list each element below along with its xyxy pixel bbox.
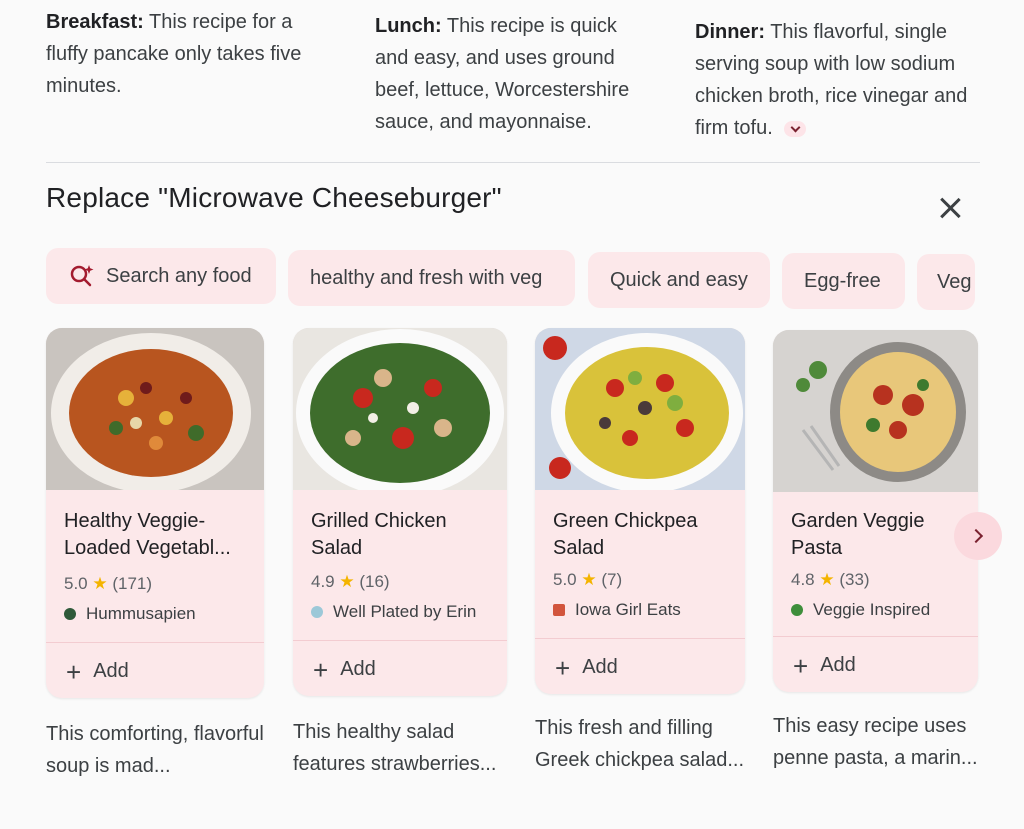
recipe-title: Garden Veggie Pasta bbox=[791, 510, 925, 559]
star-icon: ★ bbox=[92, 574, 113, 593]
recipe-title: Grilled Chicken Salad bbox=[311, 510, 447, 559]
recipe-card[interactable]: Green Chickpea Salad 5.0 ★ (7) Iowa Girl… bbox=[535, 328, 745, 694]
rating-count: (7) bbox=[601, 570, 623, 589]
rating-value: 5.0 bbox=[64, 574, 88, 593]
source-name: Iowa Girl Eats bbox=[575, 600, 681, 619]
source-name: Veggie Inspired bbox=[813, 600, 931, 619]
recipe-source: Iowa Girl Eats bbox=[553, 600, 681, 620]
star-icon: ★ bbox=[339, 572, 360, 591]
chip-veg[interactable]: Veg bbox=[917, 254, 975, 310]
lunch-label: Lunch: bbox=[375, 15, 442, 37]
divider bbox=[46, 642, 264, 643]
chip-quick-easy[interactable]: Quick and easy bbox=[588, 252, 770, 308]
add-label: Add bbox=[820, 654, 856, 676]
add-label: Add bbox=[93, 660, 129, 682]
plus-icon: + bbox=[66, 656, 82, 687]
recipe-description: This comforting, flavorful soup is mad..… bbox=[46, 723, 264, 777]
recipe-description: This healthy salad features strawberries… bbox=[293, 721, 497, 775]
expand-chevron-icon[interactable] bbox=[784, 120, 807, 137]
plus-icon: + bbox=[793, 650, 809, 681]
recipe-image bbox=[293, 328, 507, 490]
chip-healthy-fresh[interactable]: healthy and fresh with veg bbox=[288, 250, 575, 306]
divider bbox=[46, 162, 980, 163]
search-food-chip[interactable]: Search any food bbox=[46, 248, 276, 304]
breakfast-summary: Breakfast: This recipe for a fluffy panc… bbox=[46, 6, 336, 102]
replace-heading: Replace "Microwave Cheeseburger" bbox=[46, 182, 502, 213]
divider bbox=[293, 640, 507, 641]
chevron-right-icon[interactable] bbox=[954, 512, 1002, 560]
source-name: Well Plated by Erin bbox=[333, 602, 477, 621]
rating-value: 4.9 bbox=[311, 572, 335, 591]
add-button[interactable]: + Add bbox=[313, 654, 376, 685]
recipe-rating: 4.8 ★ (33) bbox=[791, 570, 870, 590]
source-favicon-icon bbox=[791, 604, 803, 616]
search-sparkle-icon bbox=[68, 262, 96, 290]
recipe-card[interactable]: Grilled Chicken Salad 4.9 ★ (16) Well Pl… bbox=[293, 328, 507, 696]
recipe-title: Green Chickpea Salad bbox=[553, 510, 698, 559]
chip-label: Quick and easy bbox=[610, 268, 748, 291]
dinner-summary: Dinner: This flavorful, single serving s… bbox=[695, 16, 975, 144]
add-button[interactable]: + Add bbox=[793, 650, 856, 681]
plus-icon: + bbox=[555, 652, 571, 683]
chip-egg-free[interactable]: Egg-free bbox=[782, 253, 905, 309]
recipe-image bbox=[46, 328, 264, 490]
add-label: Add bbox=[582, 656, 618, 678]
recipe-rating: 5.0 ★ (171) bbox=[64, 574, 152, 594]
star-icon: ★ bbox=[819, 570, 840, 589]
recipe-title: Healthy Veggie-Loaded Vegetabl... bbox=[64, 510, 231, 559]
divider bbox=[773, 636, 978, 637]
source-favicon-icon bbox=[553, 604, 565, 616]
recipe-source: Hummusapien bbox=[64, 604, 196, 624]
recipe-source: Veggie Inspired bbox=[791, 600, 930, 620]
add-label: Add bbox=[340, 658, 376, 680]
source-favicon-icon bbox=[64, 608, 76, 620]
recipe-description: This easy recipe uses penne pasta, a mar… bbox=[773, 715, 978, 769]
chip-label: Egg-free bbox=[804, 269, 881, 292]
rating-value: 4.8 bbox=[791, 570, 815, 589]
recipe-description: This fresh and filling Greek chickpea sa… bbox=[535, 717, 744, 771]
chip-label: healthy and fresh with veg bbox=[310, 266, 543, 289]
divider bbox=[535, 638, 745, 639]
recipe-card[interactable]: Healthy Veggie-Loaded Vegetabl... 5.0 ★ … bbox=[46, 328, 264, 698]
rating-count: (171) bbox=[112, 574, 153, 593]
search-food-label: Search any food bbox=[106, 264, 252, 287]
source-name: Hummusapien bbox=[86, 604, 196, 623]
recipe-image bbox=[535, 328, 745, 490]
add-button[interactable]: + Add bbox=[555, 652, 618, 683]
recipe-rating: 4.9 ★ (16) bbox=[311, 572, 390, 592]
recipe-image bbox=[773, 330, 978, 492]
recipe-source: Well Plated by Erin bbox=[311, 602, 476, 622]
add-button[interactable]: + Add bbox=[66, 656, 129, 687]
close-button[interactable] bbox=[932, 190, 968, 226]
recipe-rating: 5.0 ★ (7) bbox=[553, 570, 622, 590]
plus-icon: + bbox=[313, 654, 329, 685]
rating-value: 5.0 bbox=[553, 570, 577, 589]
rating-count: (33) bbox=[839, 570, 870, 589]
rating-count: (16) bbox=[359, 572, 390, 591]
dinner-label: Dinner: bbox=[695, 21, 765, 43]
recipe-card[interactable]: Garden Veggie Pasta 4.8 ★ (33) Veggie In… bbox=[773, 330, 978, 692]
chip-label: Veg bbox=[937, 270, 972, 293]
star-icon: ★ bbox=[581, 570, 602, 589]
breakfast-label: Breakfast: bbox=[46, 11, 144, 33]
source-favicon-icon bbox=[311, 606, 323, 618]
lunch-summary: Lunch: This recipe is quick and easy, an… bbox=[375, 10, 650, 138]
